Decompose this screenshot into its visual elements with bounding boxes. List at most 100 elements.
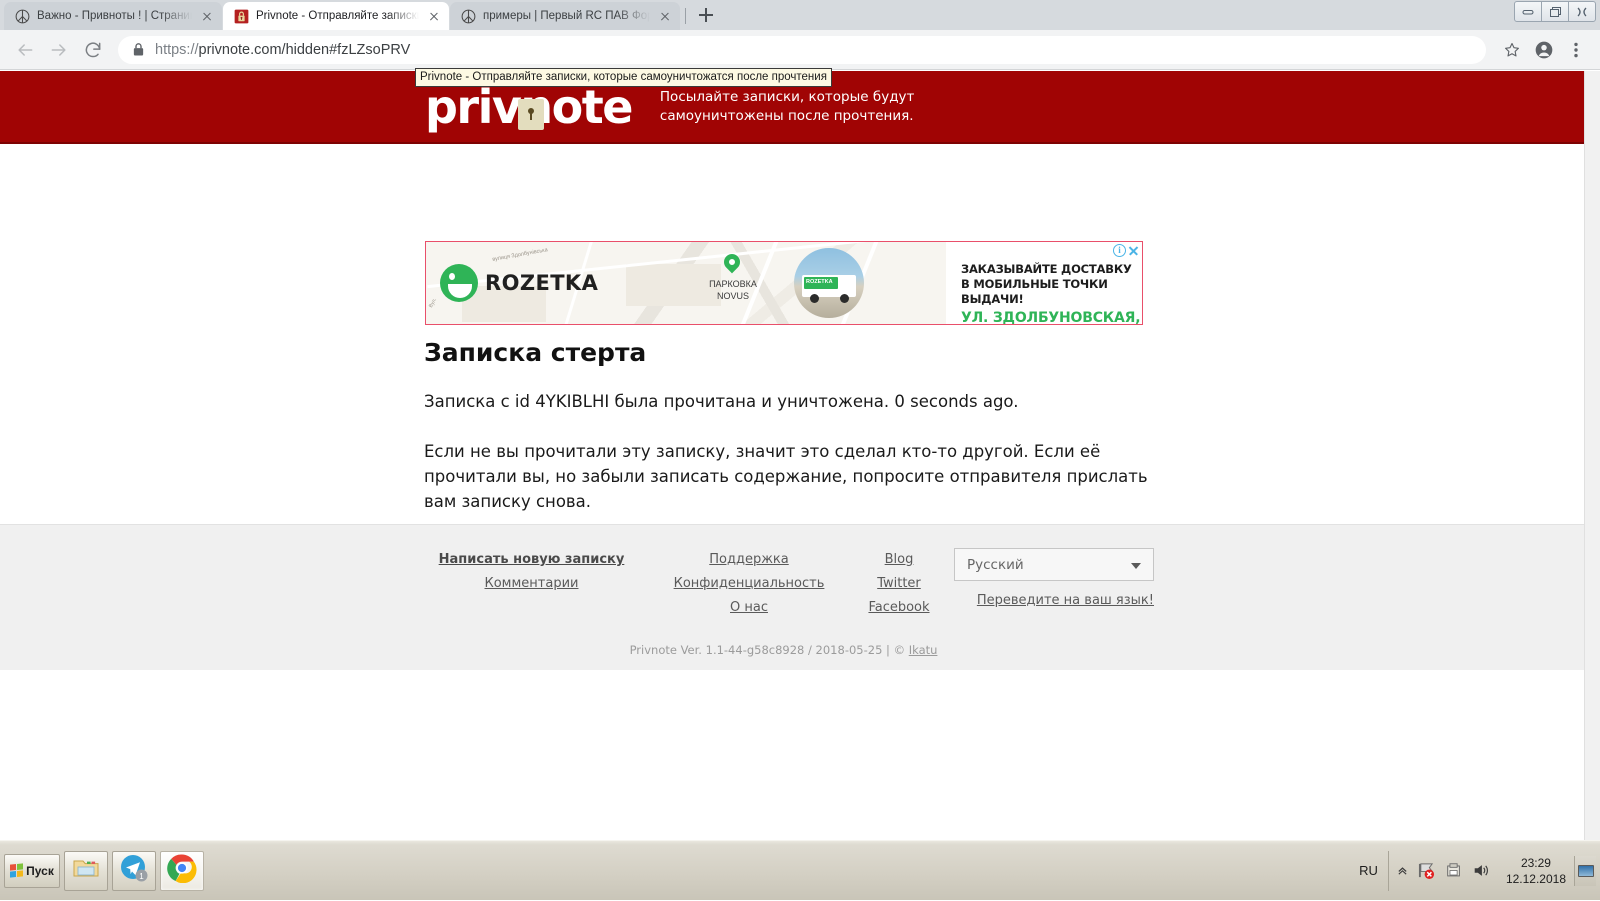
footer-link-support[interactable]: Поддержка — [709, 548, 789, 572]
tagline-line-2: самоуничтожены после прочтения. — [659, 107, 914, 124]
chrome-icon — [167, 853, 197, 888]
note-status-paragraph: Записка с id 4YKIBLHI была прочитана и у… — [424, 392, 1019, 411]
parking-line-1: ПАРКОВКА — [709, 279, 757, 289]
ad-line-2: В МОБИЛЬНЫЕ ТОЧКИ ВЫДАЧИ! — [961, 277, 1108, 306]
rozetka-brand-text: ROZETKA — [485, 271, 599, 295]
tab-close-icon[interactable] — [656, 7, 674, 25]
ad-line-1: ЗАКАЗЫВАЙТЕ ДОСТАВКУ — [961, 262, 1132, 276]
telegram-icon: 1 — [120, 854, 148, 887]
tab-separator — [685, 8, 686, 24]
footer-link-privacy[interactable]: Конфиденциальность — [674, 572, 825, 596]
footer-link-facebook[interactable]: Facebook — [868, 596, 929, 620]
tab-title: Важно - Привноты ! | Страница — [37, 10, 192, 22]
ad-text-block: ЗАКАЗЫВАЙТЕ ДОСТАВКУ В МОБИЛЬНЫЕ ТОЧКИ В… — [961, 262, 1141, 325]
browser-tab-2[interactable]: Privnote - Отправляйте записки, ко — [223, 2, 449, 30]
clock[interactable]: 23:29 12.12.2018 — [1498, 855, 1574, 887]
peace-icon — [460, 8, 476, 24]
chevron-up-icon[interactable] — [1397, 865, 1408, 876]
windows-logo-icon — [10, 863, 24, 878]
close-icon[interactable] — [1127, 244, 1140, 257]
reload-button[interactable] — [78, 35, 108, 65]
back-button[interactable] — [10, 35, 40, 65]
browser-tab-3[interactable]: примеры | Первый RC ПАВ Форум — [450, 2, 680, 30]
content-area: вулиця Здолбунівська Вул. ROZETKA ПАРКОВ… — [0, 144, 1600, 526]
tab-strip: Важно - Привноты ! | Страница Privnote -… — [0, 0, 1600, 30]
footer-column-1: Написать новую записку Комментарии — [424, 548, 639, 620]
start-button[interactable]: Пуск — [4, 853, 60, 888]
logo-lock-icon — [518, 98, 544, 130]
url-text: https://privnote.com/hidden#fzLZsoPRV — [155, 41, 411, 58]
lock-icon — [233, 8, 249, 24]
note-message-block: Записка стерта Записка с id 4YKIBLHI был… — [424, 338, 1154, 539]
browser-toolbar: https://privnote.com/hidden#fzLZsoPRV Pr… — [0, 30, 1600, 87]
taskbar: Пуск 1 RU 23:29 12.12.2018 — [0, 840, 1600, 900]
show-desktop-button[interactable] — [1574, 855, 1596, 886]
forward-button[interactable] — [44, 35, 74, 65]
rozetka-smiley-icon — [440, 264, 478, 302]
footer-columns: Написать новую записку Комментарии Подде… — [424, 548, 1154, 620]
taskbar-item-telegram[interactable]: 1 — [112, 850, 156, 891]
footer-link-comments[interactable]: Комментарии — [485, 572, 579, 596]
footer-column-3: Blog Twitter Facebook — [859, 548, 939, 620]
language-select-value: Русский — [967, 556, 1024, 573]
svg-text:1: 1 — [139, 872, 144, 881]
minimize-button[interactable] — [1514, 1, 1542, 22]
footer-link-twitter[interactable]: Twitter — [877, 572, 921, 596]
tab-close-icon[interactable] — [425, 7, 443, 25]
footer-column-4: Русский Переведите на ваш язык! — [939, 548, 1154, 620]
monitor-icon — [1577, 864, 1594, 877]
web-page: privnote Посылайте записки, которые буду… — [0, 71, 1600, 840]
close-button[interactable] — [1568, 1, 1596, 22]
note-explanation-paragraph: Если не вы прочитали эту записку, значит… — [424, 442, 1148, 511]
flash-drive-icon[interactable] — [1445, 862, 1463, 879]
page-title: Записка стерта — [424, 338, 647, 367]
version-line: Privnote Ver. 1.1-44-g58c8928 / 2018-05-… — [0, 643, 1567, 657]
network-error-icon[interactable] — [1417, 862, 1436, 879]
browser-window: Важно - Привноты ! | Страница Privnote -… — [0, 0, 1600, 840]
tab-close-icon[interactable] — [198, 7, 216, 25]
version-author-link[interactable]: Ikatu — [909, 643, 938, 657]
language-indicator[interactable]: RU — [1359, 863, 1378, 878]
translate-link[interactable]: Переведите на ваш язык! — [977, 593, 1154, 608]
site-lock-icon[interactable] — [132, 42, 145, 57]
restore-button[interactable] — [1541, 1, 1569, 22]
ad-truck-photo: ROZETKA — [794, 248, 864, 318]
tab-title: Privnote - Отправляйте записки, ко — [256, 10, 419, 22]
privnote-logo[interactable]: privnote — [425, 84, 633, 130]
advertisement-banner[interactable]: вулиця Здолбунівська Вул. ROZETKA ПАРКОВ… — [425, 241, 1143, 325]
status-tooltip: Privnote - Отправляйте записки, которые … — [415, 68, 832, 87]
ad-street-label-2: Вул. — [427, 297, 438, 309]
truck-wheel — [840, 294, 849, 303]
site-tagline: Посылайте записки, которые будут самоуни… — [660, 88, 914, 126]
tagline-line-1: Посылайте записки, которые будут — [659, 88, 915, 105]
start-button-label: Пуск — [26, 863, 54, 878]
parking-line-2: NOVUS — [716, 291, 749, 301]
star-icon[interactable] — [1498, 36, 1526, 64]
footer-link-blog[interactable]: Blog — [885, 548, 914, 572]
page-scrollbar[interactable] — [1584, 71, 1600, 840]
tab-title: примеры | Первый RC ПАВ Форум — [483, 10, 650, 22]
version-text: Privnote Ver. 1.1-44-g58c8928 / 2018-05-… — [629, 643, 909, 657]
browser-tab-1[interactable]: Важно - Привноты ! | Страница — [4, 2, 222, 30]
footer-column-2: Поддержка Конфиденциальность О нас — [639, 548, 859, 620]
file-explorer-icon — [72, 856, 100, 885]
taskbar-item-chrome[interactable] — [160, 850, 204, 891]
new-tab-button[interactable] — [692, 1, 720, 29]
footer-link-about[interactable]: О нас — [730, 596, 768, 620]
ad-parking-label: ПАРКОВКА NOVUS — [698, 278, 768, 302]
info-icon[interactable]: i — [1113, 244, 1126, 257]
ad-street-label: вулиця Здолбунівська — [491, 247, 549, 263]
chevron-down-icon — [1131, 563, 1141, 569]
clock-date: 12.12.2018 — [1505, 871, 1566, 886]
language-select[interactable]: Русский — [954, 548, 1154, 581]
avatar-icon[interactable] — [1530, 36, 1558, 64]
footer-link-new-note[interactable]: Написать новую записку — [439, 548, 625, 572]
clock-time: 23:29 — [1520, 855, 1551, 870]
volume-icon[interactable] — [1472, 862, 1490, 879]
peace-icon — [14, 8, 30, 24]
taskbar-item-file-explorer[interactable] — [64, 850, 108, 891]
address-bar[interactable]: https://privnote.com/hidden#fzLZsoPRV — [118, 35, 1486, 64]
system-tray: RU 23:29 12.12.2018 — [1359, 841, 1600, 901]
three-dots-icon[interactable] — [1562, 36, 1590, 64]
ad-line-3: УЛ. ЗДОЛБУНОВСКАЯ, 7Г — [961, 310, 1141, 325]
